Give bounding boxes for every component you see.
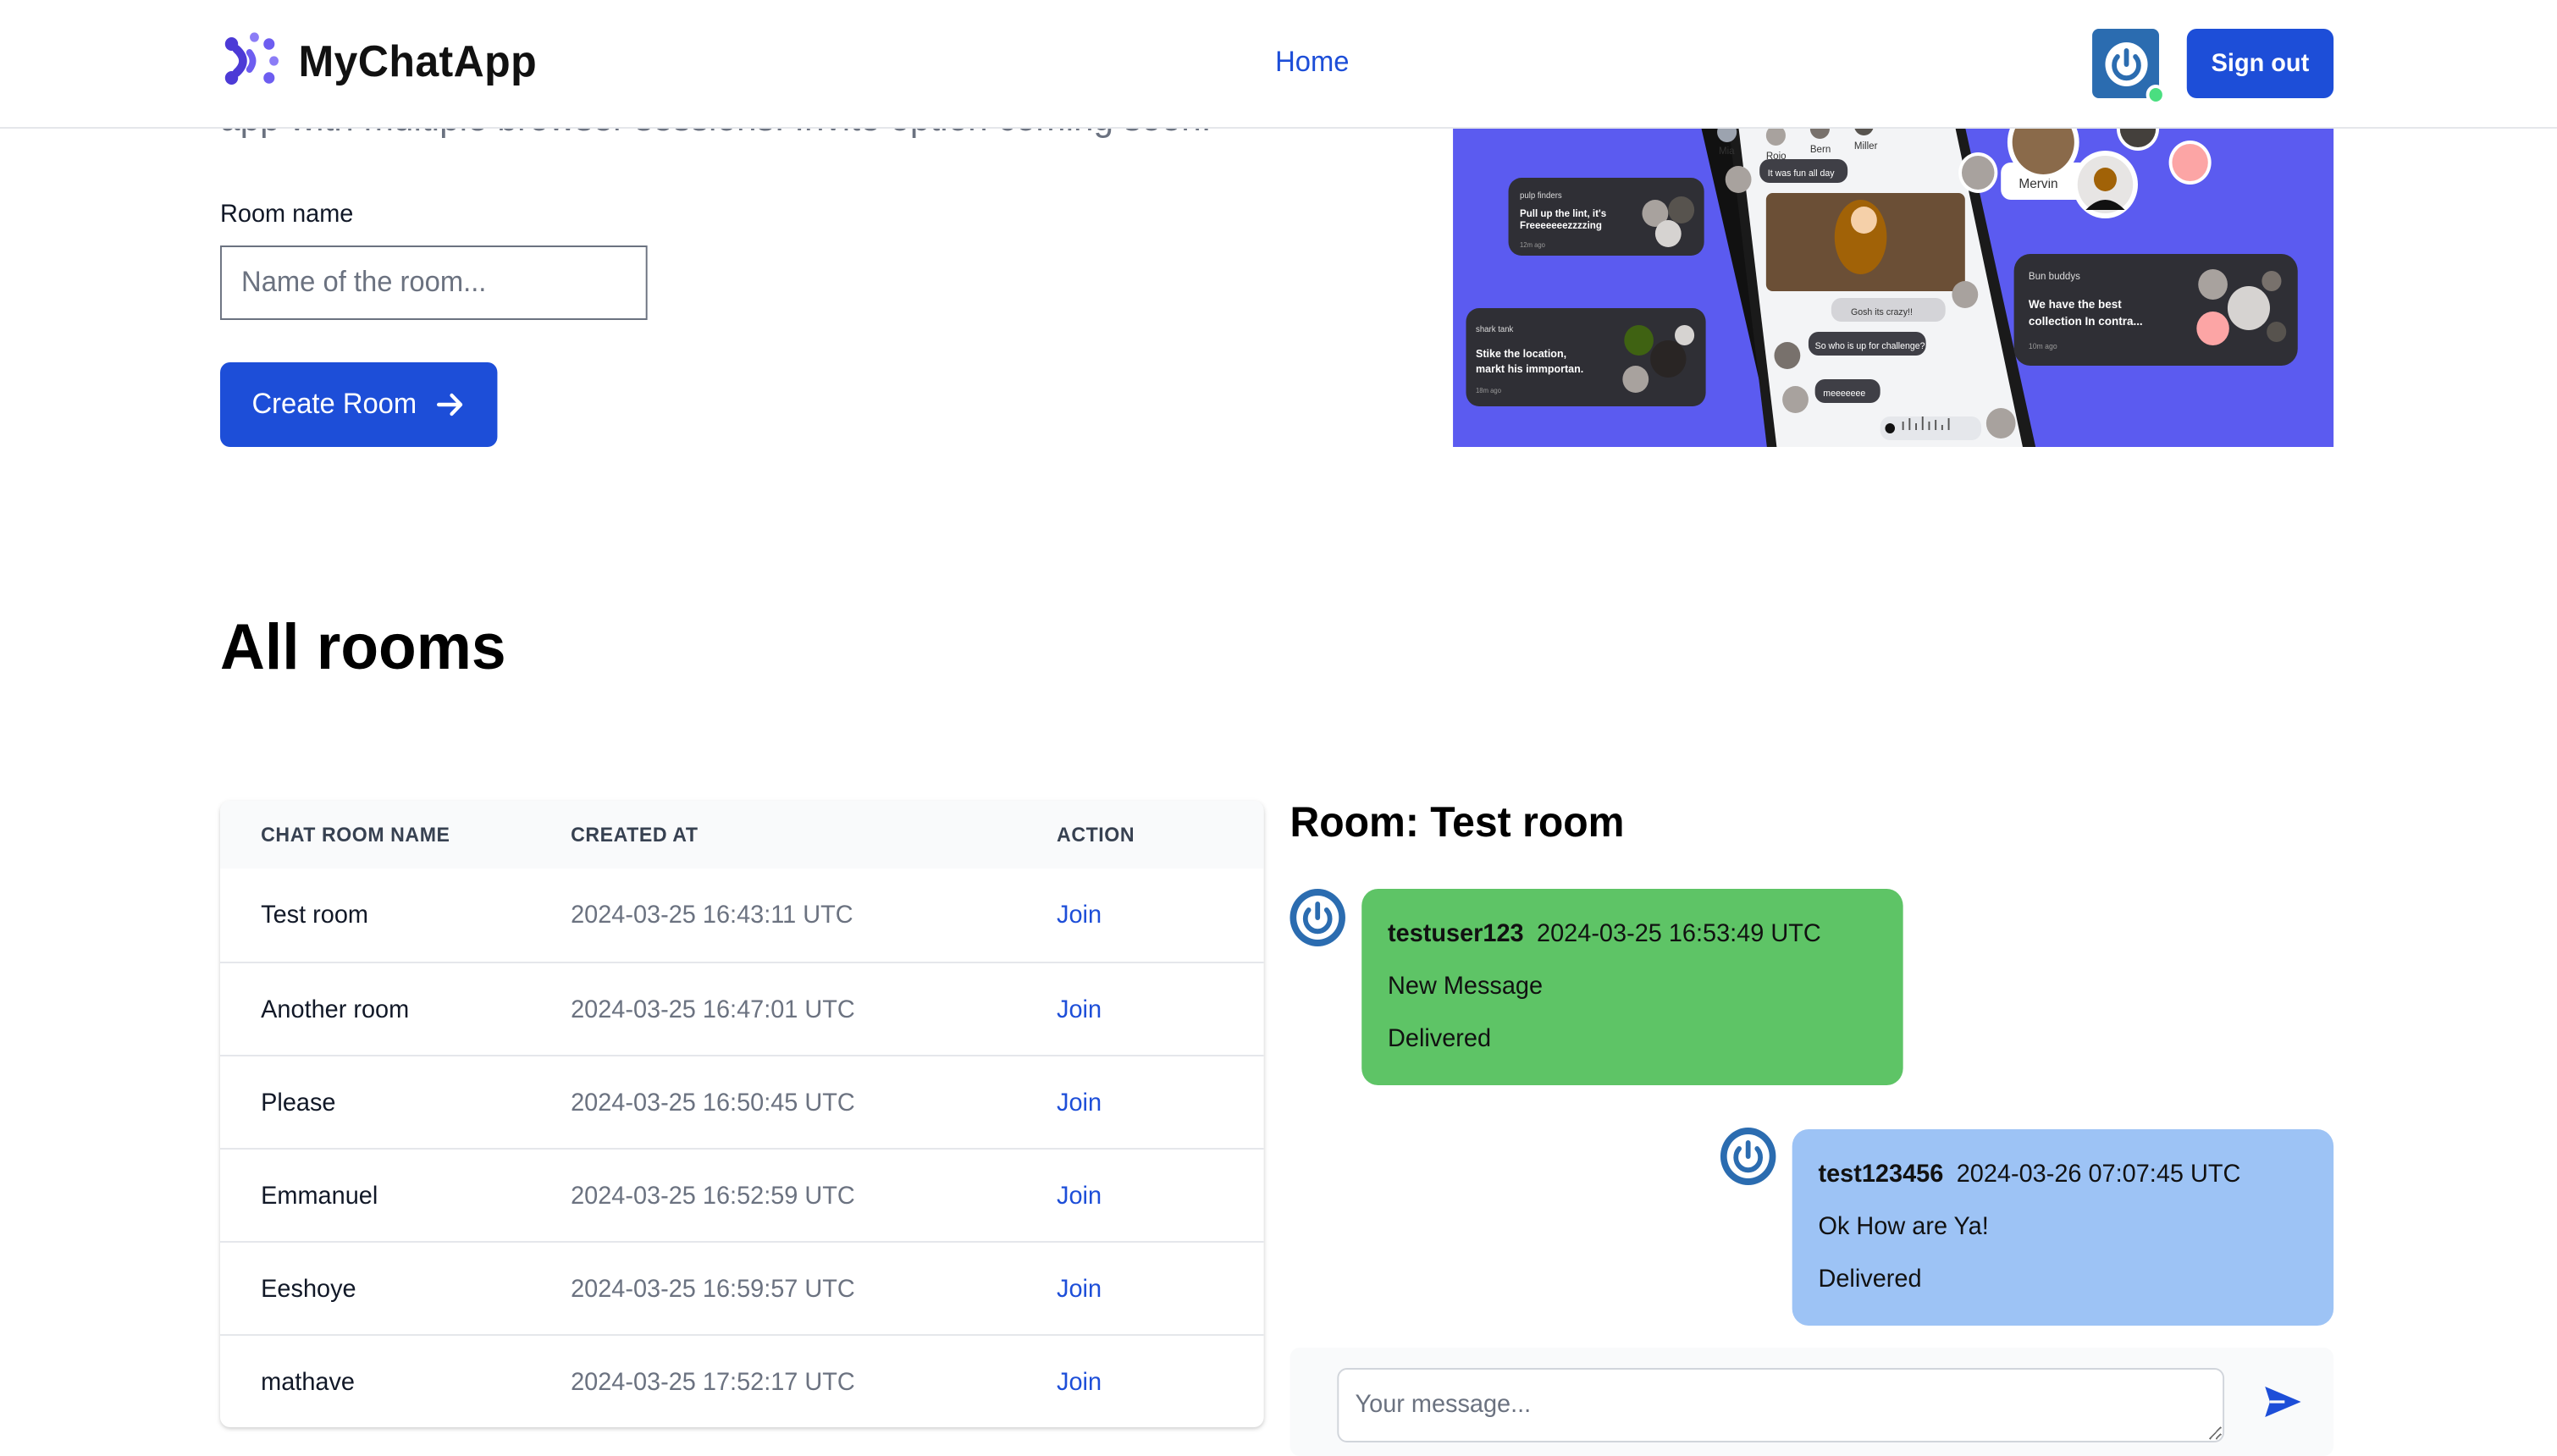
room-name-label: Room name bbox=[220, 200, 354, 229]
card-title: pulp finders bbox=[1520, 191, 1562, 201]
room-name-cell: mathave bbox=[261, 1367, 355, 1396]
created-at-cell: 2024-03-25 17:52:17 UTC bbox=[571, 1367, 855, 1396]
action-cell: Join bbox=[1057, 1088, 1264, 1117]
room-name-cell: Eeshoye bbox=[261, 1274, 356, 1303]
rooms-table: CHAT ROOM NAME CREATED AT ACTION Test ro… bbox=[220, 801, 1264, 1427]
room-name-cell: Test room bbox=[261, 901, 369, 929]
brand[interactable]: MyChatApp bbox=[220, 30, 537, 91]
column-header-created-at: CREATED AT bbox=[571, 823, 699, 847]
svg-text:markt his immportan.: markt his immportan. bbox=[1476, 362, 1583, 375]
message-bubble: test123456 2024-03-26 07:07:45 UTC Ok Ho… bbox=[1792, 1129, 2334, 1326]
column-header-action: ACTION bbox=[1057, 823, 1135, 847]
card-time: 12m ago bbox=[1520, 241, 1546, 249]
join-room-link[interactable]: Join bbox=[1057, 1274, 1102, 1303]
svg-text:We have the best: We have the best bbox=[2029, 298, 2122, 311]
message-input[interactable] bbox=[1337, 1368, 2225, 1442]
table-row: Please 2024-03-25 16:50:45 UTC Join bbox=[220, 1055, 1264, 1148]
send-button[interactable] bbox=[2262, 1385, 2304, 1422]
create-room-label: Create Room bbox=[251, 388, 417, 420]
svg-text:Freeeeeeezzzzing: Freeeeeeezzzzing bbox=[1520, 220, 1602, 231]
column-header-room-name: CHAT ROOM NAME bbox=[261, 823, 450, 847]
message-username: test123456 bbox=[1818, 1160, 1944, 1189]
message-avatar[interactable] bbox=[1720, 1128, 1776, 1185]
paper-plane-icon bbox=[2265, 1387, 2301, 1417]
message-timestamp: 2024-03-25 16:53:49 UTC bbox=[1537, 919, 1821, 948]
all-rooms-heading: All rooms bbox=[220, 613, 506, 684]
phone-message: So who is up for challenge? bbox=[1815, 341, 1925, 351]
room-name-input[interactable] bbox=[220, 245, 648, 320]
message-text: Ok How are Ya! bbox=[1818, 1212, 1989, 1241]
sign-out-button[interactable]: Sign out bbox=[2186, 29, 2334, 98]
table-row: mathave 2024-03-25 17:52:17 UTC Join bbox=[220, 1334, 1264, 1427]
phone-message: meeeeeee bbox=[1823, 389, 1865, 399]
action-cell: Join bbox=[1057, 1181, 1264, 1210]
message-status: Delivered bbox=[1818, 1265, 1922, 1293]
room-name-cell: Emmanuel bbox=[261, 1181, 378, 1210]
card-title: Bun buddys bbox=[2029, 271, 2080, 282]
join-room-link[interactable]: Join bbox=[1057, 1367, 1102, 1396]
room-name-cell: Please bbox=[261, 1088, 336, 1117]
nav-home-link[interactable]: Home bbox=[1275, 46, 1349, 80]
card-time: 10m ago bbox=[2029, 342, 2057, 350]
created-at-cell: 2024-03-25 16:43:11 UTC bbox=[571, 901, 853, 929]
message-status: Delivered bbox=[1388, 1024, 1492, 1053]
room-name-cell: Another room bbox=[261, 995, 410, 1023]
table-row: Eeshoye 2024-03-25 16:59:57 UTC Join bbox=[220, 1241, 1264, 1334]
svg-text:collection In contra...: collection In contra... bbox=[2029, 315, 2143, 328]
join-room-link[interactable]: Join bbox=[1057, 901, 1102, 929]
contact-name: Mia bbox=[1719, 146, 1735, 157]
created-at-cell: 2024-03-25 16:52:59 UTC bbox=[571, 1181, 855, 1210]
message-bubble: testuser123 2024-03-25 16:53:49 UTC New … bbox=[1361, 889, 1903, 1085]
table-row: Another room 2024-03-25 16:47:01 UTC Join bbox=[220, 962, 1264, 1055]
created-at-cell: 2024-03-25 16:47:01 UTC bbox=[571, 995, 855, 1023]
action-cell: Join bbox=[1057, 995, 1264, 1023]
created-at-cell: 2024-03-25 16:50:45 UTC bbox=[571, 1088, 855, 1117]
hero-illustration: Mia Rojo Bern Miller It was fun all day … bbox=[1453, 129, 2334, 447]
online-status-dot bbox=[2146, 85, 2166, 105]
navbar: MyChatApp Home Sign out bbox=[0, 0, 2557, 129]
message-avatar[interactable] bbox=[1290, 889, 1345, 946]
svg-text:Pull up the lint, it's: Pull up the lint, it's bbox=[1520, 208, 1607, 219]
contact-name: Miller bbox=[1854, 141, 1878, 152]
user-avatar[interactable] bbox=[2092, 29, 2166, 105]
action-cell: Join bbox=[1057, 1367, 1264, 1396]
table-row: Test room 2024-03-25 16:43:11 UTC Join bbox=[220, 869, 1264, 962]
card-title: shark tank bbox=[1476, 325, 1513, 334]
table-header: CHAT ROOM NAME CREATED AT ACTION bbox=[220, 801, 1264, 869]
card-time: 18m ago bbox=[1476, 387, 1502, 394]
app-logo-icon bbox=[224, 32, 279, 85]
create-room-button[interactable]: Create Room bbox=[220, 362, 498, 447]
svg-text:Stike the location,: Stike the location, bbox=[1476, 347, 1566, 360]
message-timestamp: 2024-03-26 07:07:45 UTC bbox=[1956, 1160, 2241, 1189]
chat-room-title: Room: Test room bbox=[1290, 799, 1625, 847]
message-text: New Message bbox=[1388, 972, 1544, 1001]
action-cell: Join bbox=[1057, 1274, 1264, 1303]
created-at-cell: 2024-03-25 16:59:57 UTC bbox=[571, 1274, 855, 1303]
app-name: MyChatApp bbox=[298, 35, 538, 85]
arrow-right-icon bbox=[436, 393, 462, 416]
phone-message: It was fun all day bbox=[1768, 168, 1835, 179]
join-room-link[interactable]: Join bbox=[1057, 995, 1102, 1023]
join-room-link[interactable]: Join bbox=[1057, 1181, 1102, 1210]
phone-message: Gosh its crazy!! bbox=[1851, 307, 1913, 317]
join-room-link[interactable]: Join bbox=[1057, 1088, 1102, 1117]
action-cell: Join bbox=[1057, 901, 1264, 929]
message-composer bbox=[1290, 1348, 2334, 1456]
contact-name: Bern bbox=[1810, 144, 1831, 155]
power-icon bbox=[2104, 41, 2147, 85]
table-row: Emmanuel 2024-03-25 16:52:59 UTC Join bbox=[220, 1148, 1264, 1241]
power-icon bbox=[1296, 896, 1339, 940]
message-username: testuser123 bbox=[1388, 919, 1524, 948]
power-icon bbox=[1726, 1134, 1770, 1178]
